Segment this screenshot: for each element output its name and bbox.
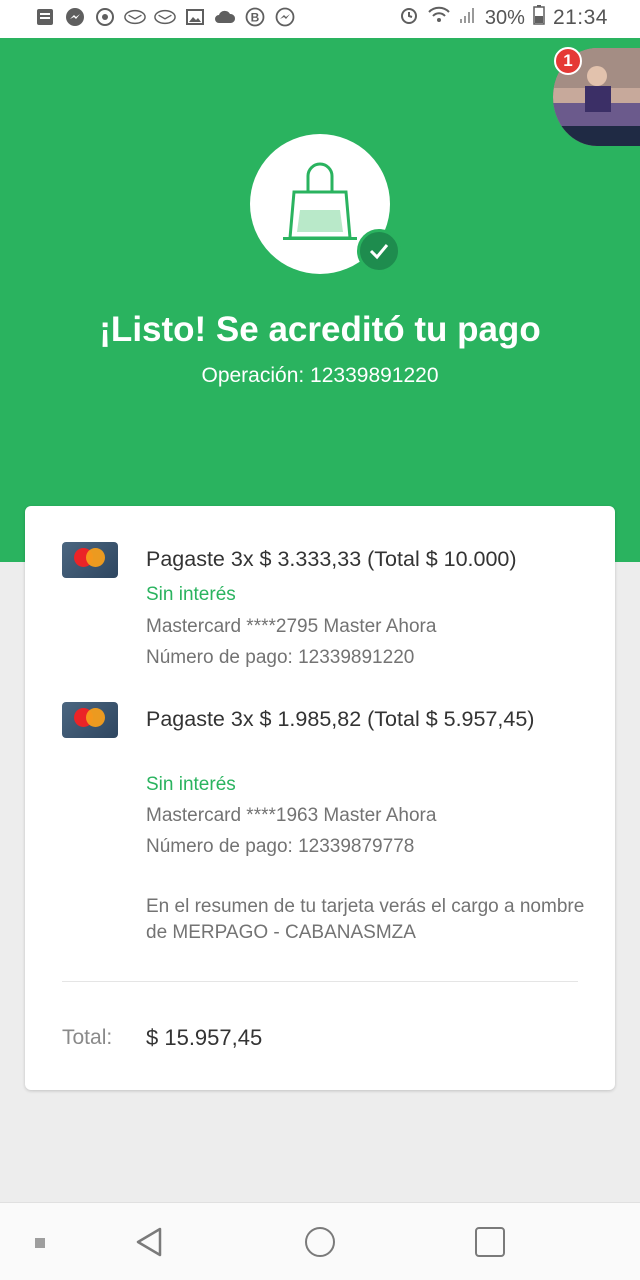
cloud-icon xyxy=(214,6,236,28)
messenger-icon xyxy=(64,6,86,28)
payment-summary-card: Pagaste 3x $ 3.333,33 (Total $ 10.000) S… xyxy=(25,506,615,1090)
notification-icons: B xyxy=(34,6,296,28)
whatsapp-icon xyxy=(94,6,116,28)
payment-amount: Pagaste 3x $ 3.333,33 (Total $ 10.000) xyxy=(146,547,517,571)
navigation-bar xyxy=(0,1202,640,1280)
back-icon[interactable] xyxy=(134,1225,166,1259)
success-header: ¡Listo! Se acreditó tu pago Operación: 1… xyxy=(0,38,640,562)
wifi-icon xyxy=(427,6,451,30)
interest-label: Sin interés xyxy=(146,584,236,605)
total-label: Total: xyxy=(62,1026,113,1049)
card-info: Mastercard ****1963 Master Ahora xyxy=(146,805,437,826)
statement-note: En el resumen de tu tarjeta verás el car… xyxy=(146,896,585,943)
operation-number: Operación: 12339891220 xyxy=(201,364,439,387)
payment-amount: Pagaste 3x $ 1.985,82 (Total $ 5.957,45) xyxy=(146,707,535,731)
clock: 21:34 xyxy=(552,6,608,29)
b-icon: B xyxy=(244,6,266,28)
interest-label: Sin interés xyxy=(146,774,236,795)
svg-text:B: B xyxy=(251,11,260,25)
battery-percent: 30% xyxy=(484,6,525,29)
payment-number: Número de pago: 12339891220 xyxy=(146,647,415,668)
battery-icon xyxy=(533,5,545,31)
payment-number: Número de pago: 12339879778 xyxy=(146,836,415,857)
mail-icon xyxy=(124,6,146,28)
status-bar: B 30% 21:34 xyxy=(0,0,640,38)
divider xyxy=(62,981,578,982)
menu-dot-icon[interactable] xyxy=(35,1238,45,1248)
home-icon[interactable] xyxy=(305,1227,335,1257)
total-value: $ 15.957,45 xyxy=(146,1025,263,1050)
mail-icon xyxy=(154,6,176,28)
system-icons: 30% 21:34 xyxy=(399,5,608,31)
mastercard-icon xyxy=(62,702,118,738)
notification-badge: 1 xyxy=(554,47,582,75)
card-info: Mastercard ****2795 Master Ahora xyxy=(146,616,437,637)
success-check-icon xyxy=(357,229,401,273)
messenger-icon xyxy=(274,6,296,28)
recents-icon[interactable] xyxy=(475,1227,505,1257)
gallery-icon xyxy=(184,6,206,28)
alarm-icon xyxy=(399,5,419,31)
notes-icon xyxy=(34,6,56,28)
page-title: ¡Listo! Se acreditó tu pago xyxy=(99,310,541,349)
signal-icon xyxy=(459,6,477,30)
mastercard-icon xyxy=(62,542,118,578)
